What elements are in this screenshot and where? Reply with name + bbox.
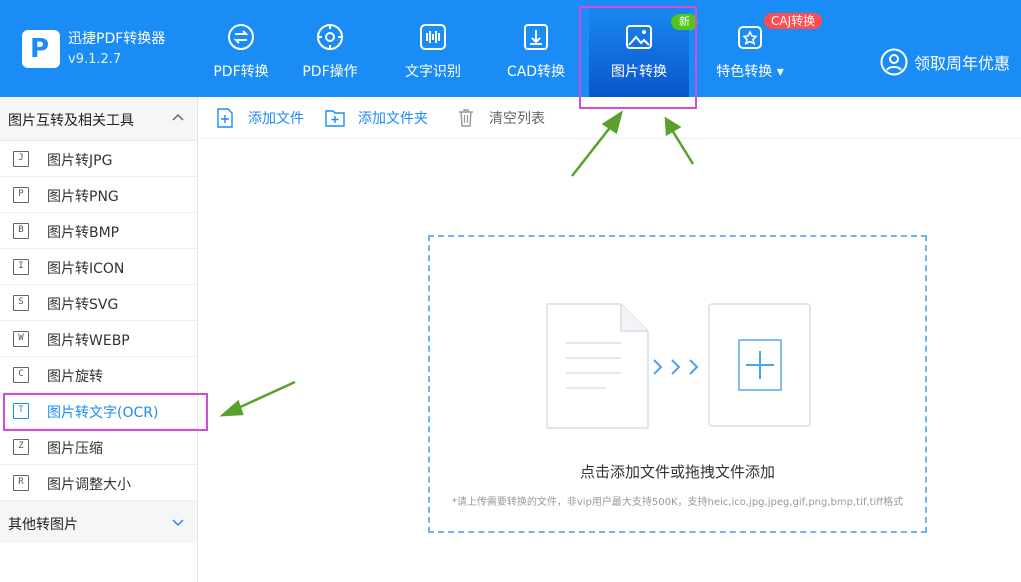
- green-arrowhead: [219, 399, 244, 417]
- clear-list-label: 清空列表: [489, 111, 545, 127]
- sidebar: 图片互转及相关工具 J 图片转JPG P 图片转PNG B 图片转BMP I 图片转ICON S…: [0, 97, 198, 582]
- add-folder-label: 添加文件夹: [358, 111, 428, 127]
- sidebar-item-label: 图片转ICON: [47, 261, 125, 277]
- sidebar-item[interactable]: Z 图片压缩: [0, 429, 197, 465]
- pdf-convert-icon: [228, 24, 254, 50]
- image-icon: [626, 25, 652, 49]
- drop-zone-hint: *请上传需要转换的文件，非vip用户最大支持500K，支持heic,ico,jp…: [451, 497, 904, 508]
- sidebar-item[interactable]: S 图片转SVG: [0, 285, 197, 321]
- upload-illustration: [546, 303, 811, 429]
- app-logo: P: [22, 30, 60, 68]
- arrow-right-icon: [653, 359, 699, 375]
- cad-icon: [524, 24, 548, 50]
- sidebar-section-other[interactable]: 其他转图片: [0, 501, 197, 543]
- image-format-icon: I: [13, 259, 29, 275]
- add-file-icon: [217, 108, 233, 128]
- sidebar-item-label: 图片转WEBP: [47, 333, 130, 349]
- image-format-icon: C: [13, 367, 29, 383]
- chevron-down-icon: [172, 519, 184, 527]
- nav-pdf-operate[interactable]: PDF操作: [280, 0, 380, 97]
- file-drop-zone[interactable]: 点击添加文件或拖拽文件添加 *请上传需要转换的文件，非vip用户最大支持500K…: [428, 235, 927, 533]
- clear-list-button[interactable]: 清空列表: [456, 107, 545, 129]
- nav-image-convert[interactable]: 新 图片转换: [589, 0, 698, 97]
- sidebar-item[interactable]: R 图片调整大小: [0, 465, 197, 501]
- special-icon: [738, 26, 762, 49]
- sidebar-item-label: 图片转SVG: [47, 297, 119, 313]
- sidebar-item-label: 图片转BMP: [47, 225, 120, 241]
- sidebar-item[interactable]: I 图片转ICON: [0, 249, 197, 285]
- nav-cad[interactable]: CAD转换: [486, 0, 586, 97]
- sidebar-item[interactable]: T 图片转文字(OCR): [0, 393, 197, 429]
- sidebar-item[interactable]: C 图片旋转: [0, 357, 197, 393]
- image-format-icon: B: [13, 223, 29, 239]
- app-version: v9.1.2.7: [68, 52, 122, 67]
- sidebar-list: J 图片转JPG P 图片转PNG B 图片转BMP I 图片转ICON S 图片转SVG W 图片转…: [0, 141, 197, 501]
- sidebar-item[interactable]: W 图片转WEBP: [0, 321, 197, 357]
- section-title: 图片互转及相关工具: [8, 113, 134, 129]
- sidebar-item-label: 图片转文字(OCR): [47, 405, 159, 421]
- nav-label: CAD转换: [506, 64, 566, 80]
- toolbar: 添加文件 添加文件夹 清空列表: [199, 97, 1021, 139]
- nav-ocr[interactable]: 文字识别: [383, 0, 483, 97]
- image-format-icon: P: [13, 187, 29, 203]
- section-title: 其他转图片: [8, 517, 78, 533]
- caret-down-icon: ▾: [776, 64, 784, 80]
- caj-badge: CAJ转换: [764, 13, 823, 29]
- add-folder-icon: [325, 110, 345, 127]
- sidebar-item[interactable]: P 图片转PNG: [0, 177, 197, 213]
- chevron-up-icon: [172, 113, 184, 121]
- app-name: 迅捷PDF转换器: [68, 31, 166, 47]
- image-format-icon: R: [13, 475, 29, 491]
- user-icon: [880, 48, 908, 76]
- new-badge: 新: [671, 14, 698, 30]
- add-folder-button[interactable]: 添加文件夹: [325, 107, 428, 129]
- image-format-icon: J: [13, 151, 29, 167]
- nav-label: PDF转换: [213, 64, 269, 80]
- add-file-button[interactable]: 添加文件: [215, 107, 304, 129]
- green-arrow: [235, 380, 296, 411]
- sidebar-item-label: 图片压缩: [47, 441, 103, 457]
- drop-zone-title: 点击添加文件或拖拽文件添加: [579, 463, 775, 481]
- sidebar-item-label: 图片调整大小: [47, 477, 131, 493]
- top-bar: P 迅捷PDF转换器 v9.1.2.7 PDF转换 PDF操作 文字识别 CAD…: [0, 0, 1021, 97]
- sidebar-section-image-tools[interactable]: 图片互转及相关工具: [0, 97, 197, 141]
- app-window: P 迅捷PDF转换器 v9.1.2.7 PDF转换 PDF操作 文字识别 CAD…: [0, 0, 1021, 582]
- promo-button[interactable]: 领取周年优惠: [880, 48, 1010, 76]
- image-format-icon: Z: [13, 439, 29, 455]
- pdf-operate-icon: [317, 24, 343, 50]
- nav-label: PDF操作: [302, 64, 358, 80]
- nav-pdf-convert[interactable]: PDF转换: [191, 0, 291, 97]
- nav-label: 特色转换 ▾: [700, 63, 800, 81]
- image-format-icon: S: [13, 295, 29, 311]
- sidebar-item-label: 图片转JPG: [47, 153, 113, 169]
- sidebar-item[interactable]: J 图片转JPG: [0, 141, 197, 177]
- nav-label: 文字识别: [405, 64, 461, 80]
- nav-label: 图片转换: [611, 64, 667, 80]
- sidebar-item-label: 图片旋转: [47, 369, 103, 385]
- sidebar-item[interactable]: B 图片转BMP: [0, 213, 197, 249]
- nav-special-label: 特色转换: [716, 64, 773, 80]
- ocr-icon: [420, 24, 446, 50]
- sidebar-item-label: 图片转PNG: [47, 189, 119, 205]
- add-file-label: 添加文件: [248, 111, 304, 127]
- image-format-icon: W: [13, 331, 29, 347]
- nav-special[interactable]: CAJ转换 特色转换 ▾: [700, 0, 823, 97]
- promo-label: 领取周年优惠: [914, 54, 1011, 73]
- image-format-icon: T: [13, 403, 29, 419]
- trash-icon: [459, 109, 473, 127]
